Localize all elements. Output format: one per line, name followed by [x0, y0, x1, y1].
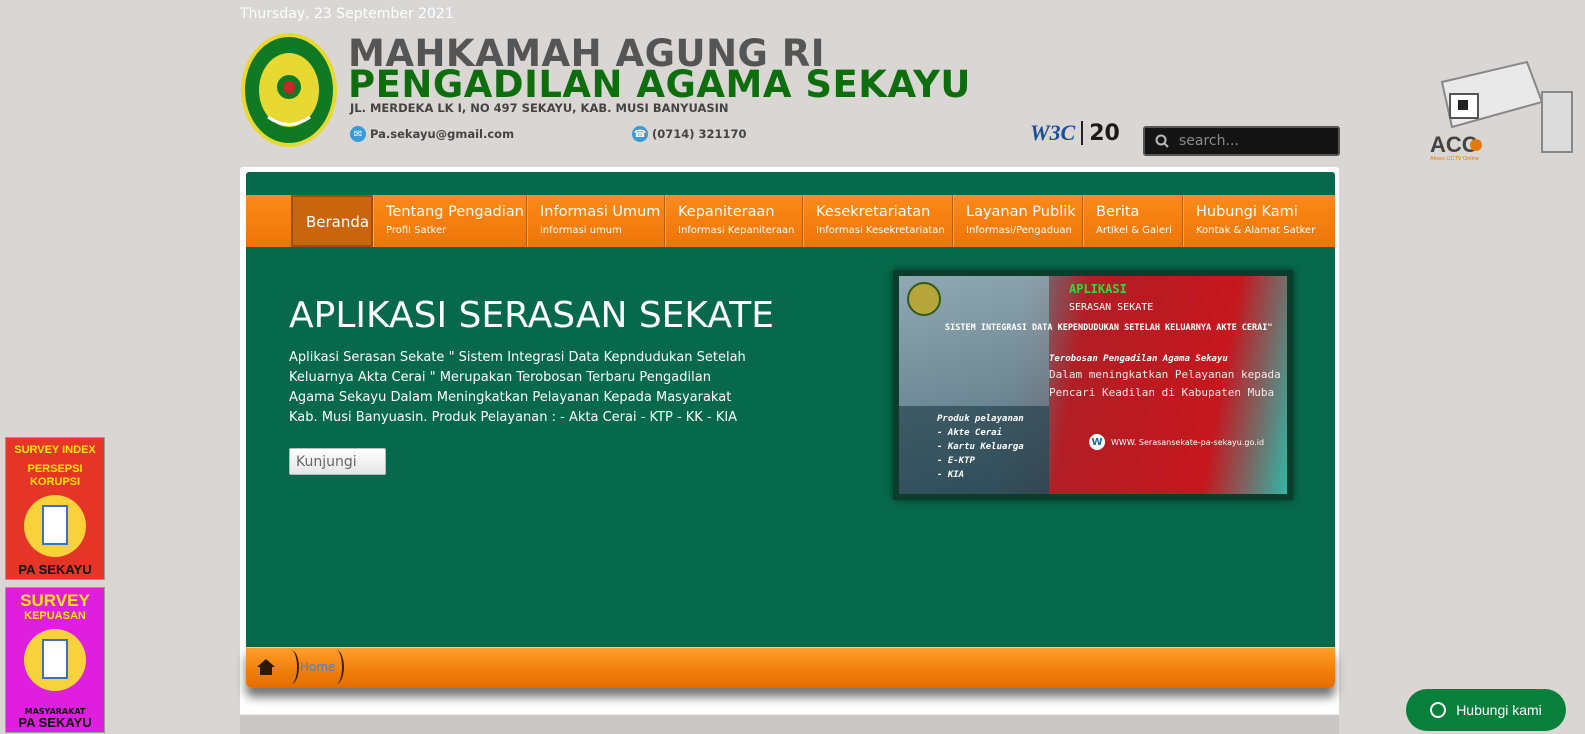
search-box[interactable] — [1143, 126, 1340, 156]
nav-informasi-umum[interactable]: Informasi Umum informasi umum — [527, 195, 665, 247]
nav-label: Kepaniteraan — [678, 204, 775, 220]
clipboard-icon — [24, 495, 86, 557]
banner-line: SISTEM INTEGRASI DATA KEPENDUDUKAN SETEL… — [945, 323, 1273, 333]
phone-contact[interactable]: ☎ (0714) 321170 — [632, 126, 747, 142]
whatsapp-label: Hubungi kami — [1456, 702, 1542, 718]
survey-title: KEPUASAN — [24, 610, 86, 622]
banner-product: - E-KTP — [937, 456, 975, 466]
email-contact[interactable]: ✉ Pa.sekayu@gmail.com — [350, 126, 514, 142]
nav-label: Berita — [1096, 204, 1140, 220]
cctv-sublabel: Akses CCTV Online — [1430, 156, 1479, 162]
nav-sublabel: informasi umum — [540, 225, 622, 236]
panel-top-bar — [246, 172, 1335, 195]
banner-line: SERASAN SEKATE — [1069, 302, 1154, 313]
nav-sublabel: Informasi/Pengaduan — [966, 225, 1072, 236]
survey-footer: PA SEKAYU — [18, 562, 92, 577]
breadcrumb-separator — [328, 650, 344, 684]
nav-label: Hubungi Kami — [1196, 204, 1298, 220]
search-icon — [1155, 134, 1169, 148]
banner-website: W WWW. Serasansekate-pa-sekayu.go.id — [1089, 434, 1264, 450]
nav-label: Layanan Publik — [966, 204, 1076, 220]
phone-text: (0714) 321170 — [652, 127, 747, 141]
site-subtitle: PENGADILAN AGAMA SEKAYU — [348, 63, 971, 106]
nav-hubungi-kami[interactable]: Hubungi Kami Kontak & Alamat Satker — [1183, 195, 1335, 247]
nav-sublabel: Profil Satker — [386, 225, 447, 236]
home-icon[interactable] — [256, 658, 276, 676]
phone-icon: ☎ — [632, 126, 648, 142]
banner-product: - KIA — [937, 470, 965, 480]
court-logo[interactable] — [240, 32, 338, 148]
nav-label: Kesekretariatan — [816, 204, 931, 220]
banner-product: - Kartu Keluarga — [937, 442, 1024, 452]
email-text: Pa.sekayu@gmail.com — [370, 127, 515, 141]
nav-sublabel: Artikel & Galeri — [1096, 225, 1172, 236]
mail-icon: ✉ — [350, 126, 366, 142]
search-input[interactable] — [1177, 132, 1331, 150]
whatsapp-contact-button[interactable]: Hubungi kami — [1406, 689, 1566, 731]
survey-footer: PA SEKAYU — [18, 715, 92, 730]
nav-sublabel: Informasi Kesekretariatan — [816, 225, 945, 236]
slide-description: Aplikasi Serasan Sekate " Sistem Integra… — [289, 350, 746, 425]
nav-kepaniteraan[interactable]: Kepaniteraan Informasi Kepaniteraan — [665, 195, 803, 247]
main-navigation: Beranda Tentang Pengadian Profil Satker … — [246, 195, 1335, 248]
survey-corruption-perception-banner[interactable]: SURVEY INDEX PERSEPSI KORUPSI PA SEKAYU — [5, 437, 105, 580]
survey-title: SURVEY INDEX — [14, 444, 96, 456]
w3c-anniversary: 20 — [1089, 120, 1120, 146]
nav-kesekretariatan[interactable]: Kesekretariatan Informasi Kesekretariata… — [803, 195, 953, 247]
checklist-icon — [24, 629, 86, 691]
slide-banner-image[interactable]: APLIKASI SERASAN SEKATE SISTEM INTEGRASI… — [893, 270, 1293, 500]
nav-label: Tentang Pengadian — [386, 204, 524, 220]
w3c-badge[interactable]: W3C 20 — [1030, 120, 1120, 146]
nav-berita[interactable]: Berita Artikel & Galeri — [1083, 195, 1183, 247]
whatsapp-icon — [1430, 702, 1447, 718]
nav-label: Informasi Umum — [540, 204, 661, 220]
nav-layanan-publik[interactable]: Layanan Publik Informasi/Pengaduan — [953, 195, 1083, 247]
banner-artwork: APLIKASI SERASAN SEKATE SISTEM INTEGRASI… — [899, 276, 1287, 494]
banner-line: Dalam meningkatkan Pelayanan kepada Masy… — [1049, 368, 1287, 381]
w3c-logo-text: W3C — [1030, 120, 1076, 145]
visit-button[interactable]: Kunjungi — [289, 448, 386, 475]
banner-line: APLIKASI — [1069, 282, 1127, 296]
banner-products-title: Produk pelayanan — [937, 414, 1024, 424]
court-seal-icon — [907, 282, 941, 316]
banner-product: - Akte Cerai — [937, 428, 1003, 438]
banner-line: Pencari Keadilan di Kabupaten Muba — [1049, 386, 1275, 399]
panel-footer-strip — [240, 714, 1339, 734]
banner-products-box: Produk pelayanan - Akte Cerai - Kartu Ke… — [899, 406, 1049, 494]
banner-website-text: WWW. Serasansekate-pa-sekayu.go.id — [1111, 437, 1265, 447]
nav-tentang-pengadian[interactable]: Tentang Pengadian Profil Satker — [373, 195, 527, 247]
survey-satisfaction-banner[interactable]: SURVEY KEPUASAN MASYARAKAT PA SEKAYU — [5, 587, 105, 733]
nav-sublabel: Informasi Kepaniteraan — [678, 225, 795, 236]
slide-headline: APLIKASI SERASAN SEKATE — [289, 295, 774, 336]
nav-beranda[interactable]: Beranda — [291, 195, 373, 247]
web-icon: W — [1089, 434, 1105, 450]
banner-line: Terobosan Pengadilan Agama Sekayu — [1049, 354, 1228, 364]
w3c-divider — [1081, 121, 1084, 145]
site-address: JL. MERDEKA LK I, NO 497 SEKAYU, KAB. MU… — [350, 101, 729, 115]
nav-sublabel: Kontak & Alamat Satker — [1196, 225, 1316, 236]
nav-label: Beranda — [306, 213, 370, 231]
survey-title: SURVEY — [20, 591, 90, 610]
current-date: Thursday, 23 September 2021 — [240, 6, 454, 22]
breadcrumb-separator — [283, 650, 299, 684]
survey-title: PERSEPSI KORUPSI — [27, 463, 83, 488]
breadcrumb: Home — [246, 647, 1335, 688]
cctv-access-link[interactable]: ACC Akses CCTV Online — [1422, 52, 1582, 162]
